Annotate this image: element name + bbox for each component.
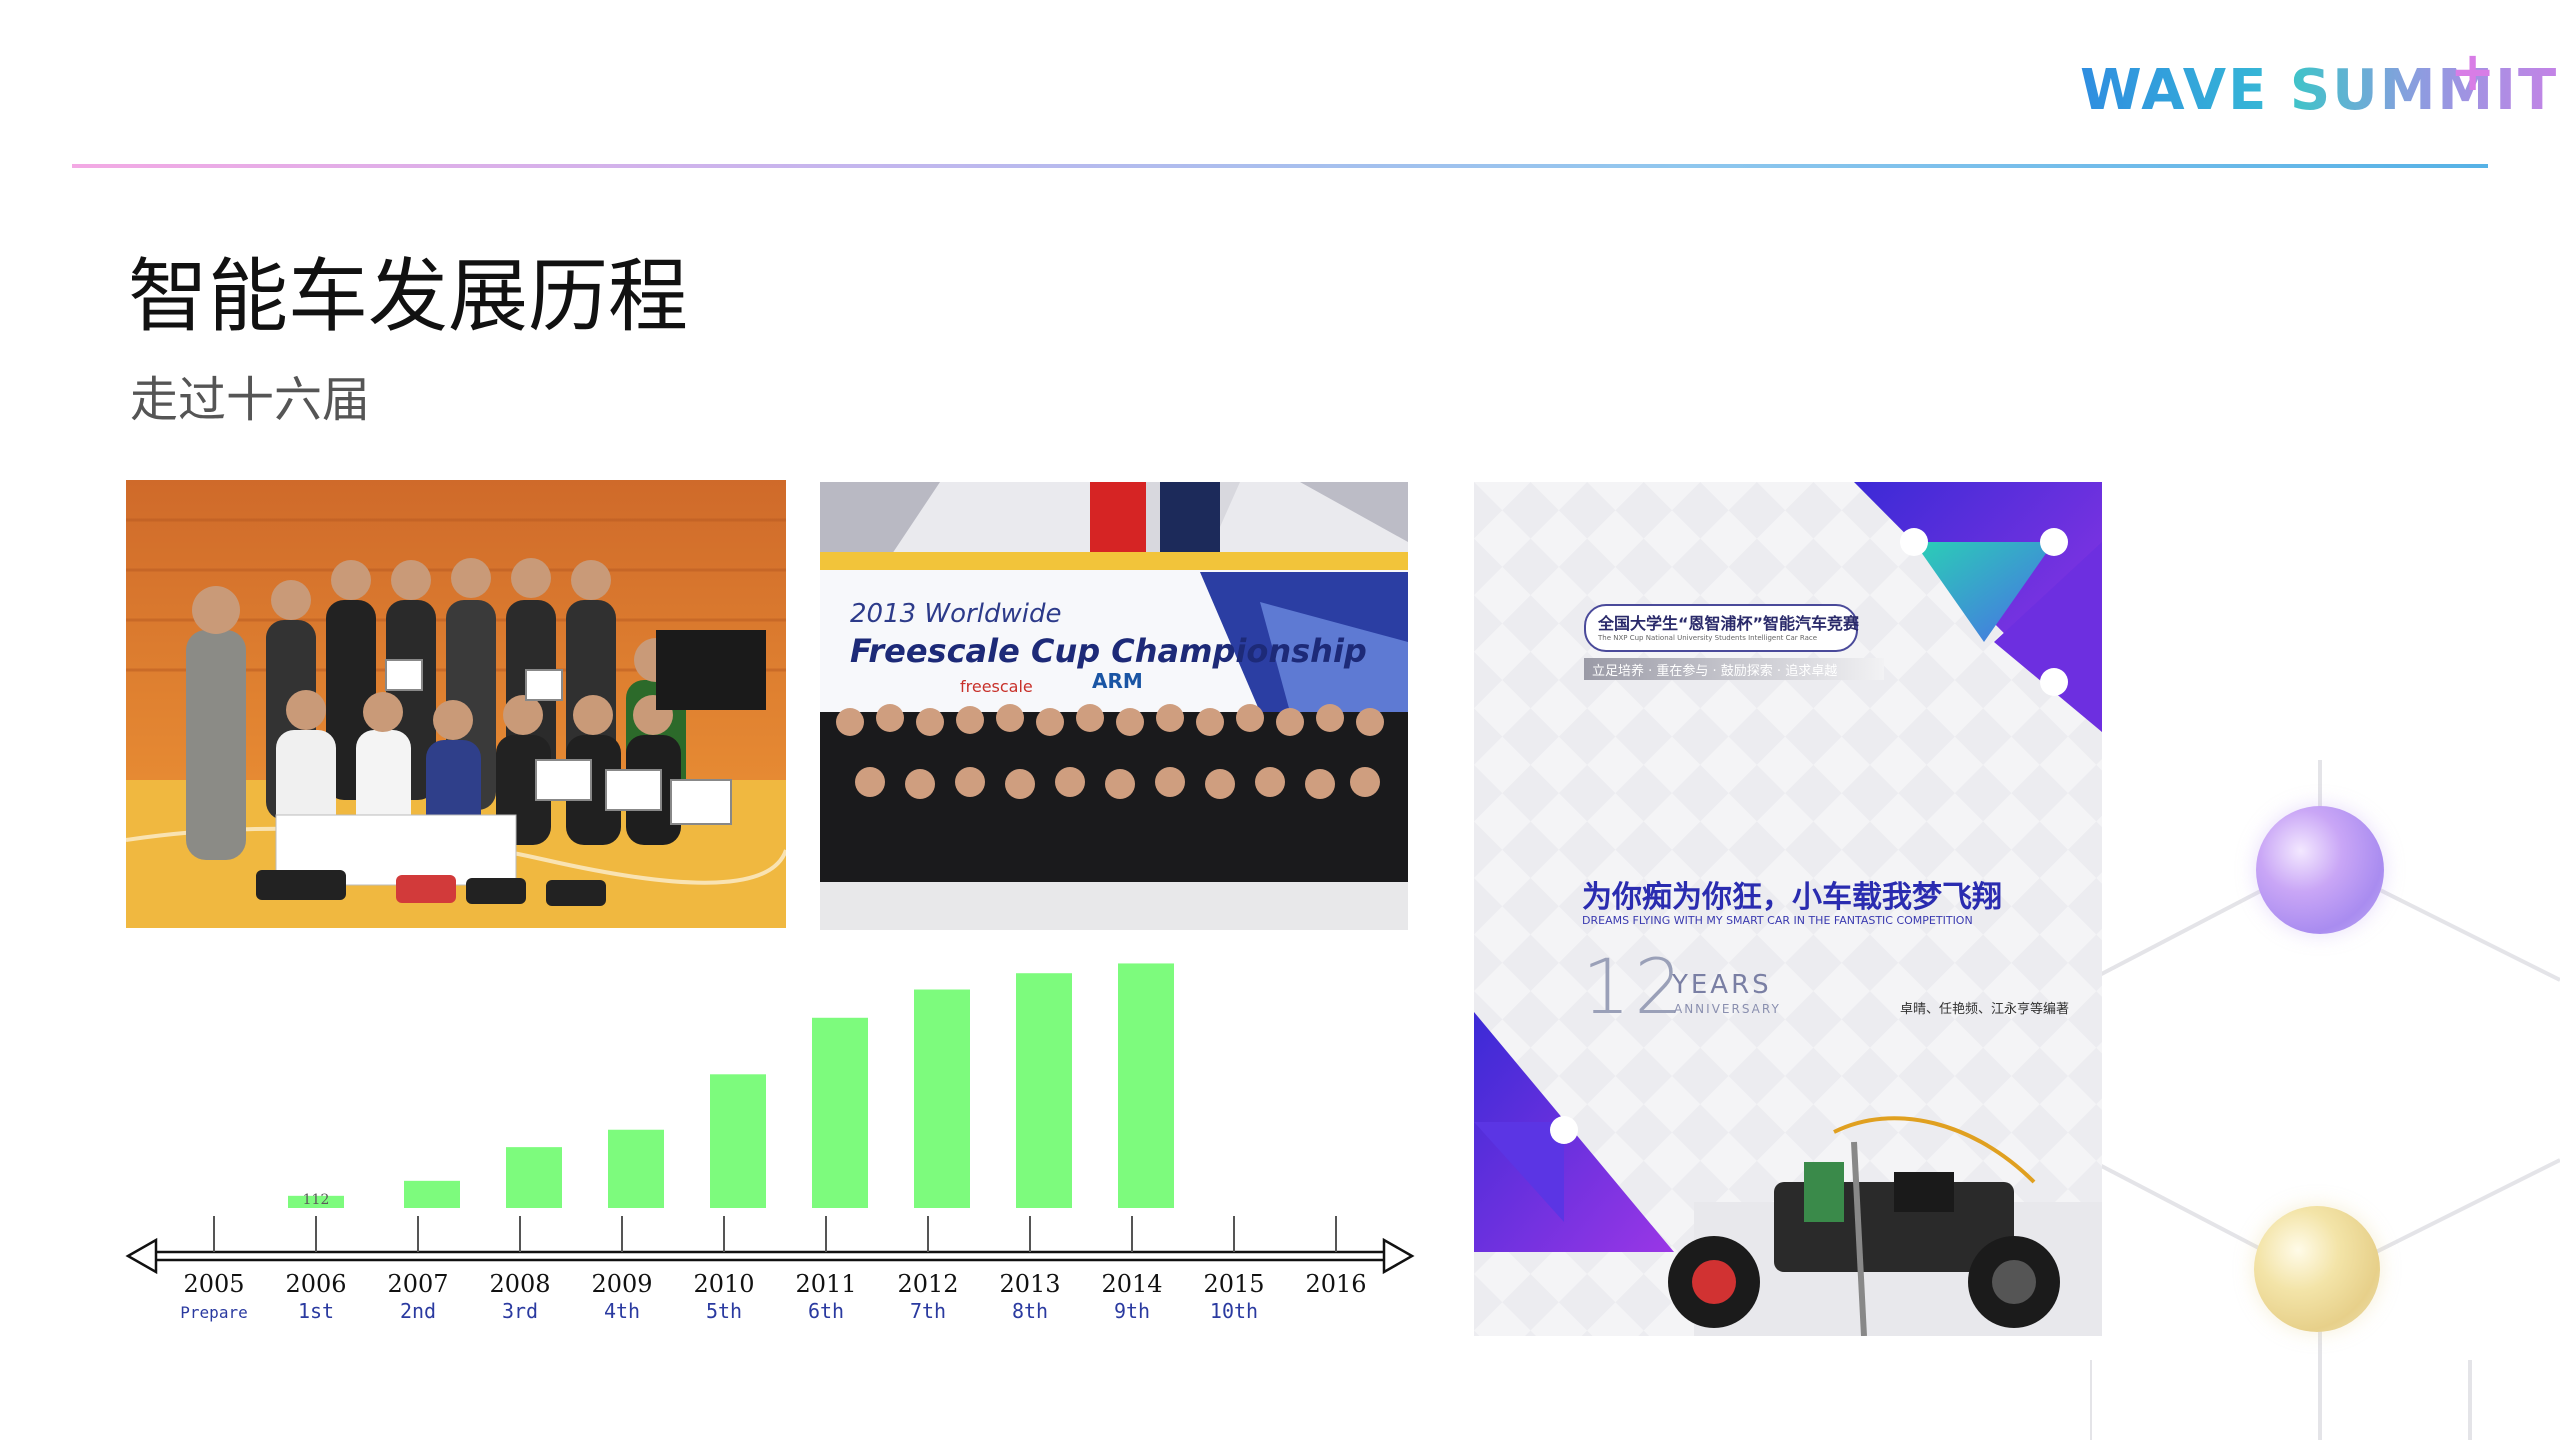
banner-line1: 2013 Worldwide	[850, 599, 1061, 629]
year-tick-label: 2009	[591, 1270, 652, 1298]
participation-bar	[404, 1180, 460, 1208]
participation-bar	[1118, 963, 1174, 1208]
bar-data-label: 112	[303, 1192, 330, 1208]
edition-tick-label: 8th	[1012, 1299, 1048, 1323]
participation-bar	[1016, 973, 1072, 1208]
edition-tick-label: 7th	[910, 1299, 946, 1323]
edition-tick-label: 5th	[706, 1299, 742, 1323]
edition-tick-label: Prepare	[180, 1303, 247, 1322]
competition-name: 全国大学生“恩智浦杯”智能汽车竞赛	[1598, 614, 1860, 633]
page-title: 智能车发展历程	[128, 250, 688, 343]
participation-bar	[914, 989, 970, 1208]
edition-tick-label: 1st	[298, 1299, 334, 1323]
participation-bar	[812, 1017, 868, 1208]
competition-name-en: The NXP Cup National University Students…	[1598, 634, 1818, 642]
gold-sphere-decoration	[2254, 1206, 2380, 1332]
page-subtitle: 走过十六届	[130, 372, 371, 428]
competition-growth-chart: 2005 Prepare 112 20061st 20072nd 20083rd 20094…	[125, 963, 1415, 1323]
competition-motto: 立足培养 · 重在参与 · 鼓励探索 · 追求卓越	[1592, 664, 1838, 679]
logo-wave-text: WAVE	[2080, 58, 2269, 123]
team-photo-2006	[126, 480, 786, 928]
logo-plus-icon: +	[2450, 40, 2498, 103]
year-tick-label: 2006	[285, 1270, 346, 1298]
edition-tick-label: 9th	[1114, 1299, 1150, 1323]
timeline-arrow-right-icon	[1382, 1237, 1415, 1275]
purple-sphere-decoration	[2256, 806, 2384, 934]
year-tick-label: 2014	[1101, 1270, 1162, 1298]
timeline-arrow-left-icon	[125, 1237, 158, 1275]
participation-bar	[506, 1147, 562, 1208]
edition-tick-label: 6th	[808, 1299, 844, 1323]
edition-tick-label: 10th	[1210, 1299, 1258, 1323]
year-tick-label: 2008	[489, 1270, 550, 1298]
wave-summit-logo: WAVE SUMMIT +	[2080, 40, 2556, 138]
year-tick-label: 2016	[1305, 1270, 1366, 1298]
year-tick-label: 2015	[1203, 1270, 1264, 1298]
edition-tick-label: 4th	[604, 1299, 640, 1323]
participation-bar	[710, 1074, 766, 1208]
poster-headline-en: DREAMS FLYING WITH MY SMART CAR IN THE F…	[1582, 914, 1973, 927]
poster-headline: 为你痴为你狂，小车载我梦飞翔	[1582, 880, 2002, 915]
edition-tick-label: 3rd	[502, 1299, 538, 1323]
years-number: 12	[1582, 942, 1687, 1031]
anniversary-book-cover: 全国大学生“恩智浦杯”智能汽车竞赛 The NXP Cup National U…	[1474, 482, 2102, 1336]
logo-summit-text: SUMMIT	[2289, 58, 2559, 123]
year-tick-label: 2007	[387, 1270, 448, 1298]
header-divider	[72, 164, 2488, 168]
poster-authors: 卓晴、任艳频、江永亨等编著	[1900, 1002, 2070, 1017]
banner-line2: Freescale Cup Championship	[850, 632, 1367, 670]
year-tick-label: 2010	[693, 1270, 754, 1298]
year-tick-label: 2011	[795, 1270, 856, 1298]
year-tick-label: 2005	[183, 1270, 244, 1298]
year-tick-label: 2012	[897, 1270, 958, 1298]
sponsor-arm: ARM	[1092, 669, 1143, 693]
years-word: YEARS	[1672, 970, 1772, 1000]
year-tick-label: 2013	[999, 1270, 1060, 1298]
sponsor-freescale: freescale	[960, 677, 1033, 696]
anniversary-word: ANNIVERSARY	[1674, 1002, 1781, 1016]
championship-2013-photo: 2013 Worldwide Freescale Cup Championshi…	[820, 482, 1408, 930]
participation-bar	[608, 1129, 664, 1208]
edition-tick-label: 2nd	[400, 1299, 436, 1323]
